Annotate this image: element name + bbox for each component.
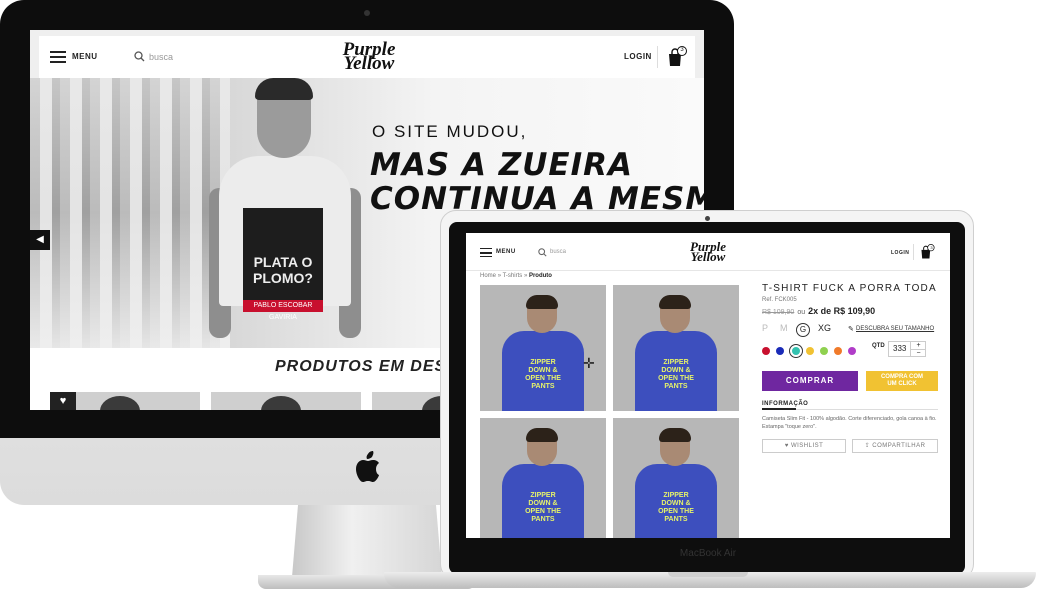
hamburger-icon[interactable]: [480, 248, 492, 257]
breadcrumb-home[interactable]: Home: [480, 273, 496, 279]
color-swatch-red[interactable]: [762, 347, 770, 355]
gallery-image[interactable]: ZIPPER DOWN & OPEN THE PANTS: [613, 418, 739, 538]
header-divider: [913, 244, 914, 260]
gallery-image[interactable]: ZIPPER DOWN & OPEN THE PANTS: [613, 285, 739, 411]
product-thumb[interactable]: [211, 392, 361, 410]
store-background: [30, 78, 230, 348]
brand-logo[interactable]: Purple Yellow: [329, 40, 409, 75]
product-gallery: ZIPPER DOWN & OPEN THE PANTS ZIPPER DOWN…: [480, 285, 740, 538]
carousel-prev-button[interactable]: ◀: [30, 230, 50, 250]
size-option-xg[interactable]: XG: [818, 323, 831, 333]
shirt-print-line1: PLATA O: [253, 254, 313, 270]
ruler-icon: ✎: [848, 326, 854, 333]
breadcrumb-category[interactable]: T-shirts: [503, 273, 523, 279]
menu-label[interactable]: MENU: [496, 249, 516, 255]
info-tab[interactable]: INFORMAÇÃO: [762, 401, 808, 407]
color-swatch-blue[interactable]: [776, 347, 784, 355]
cart-icon[interactable]: [667, 46, 689, 68]
search-input[interactable]: busca: [149, 52, 173, 62]
size-guide-link[interactable]: DESCUBRA SEU TAMANHO: [856, 326, 934, 332]
search-icon[interactable]: [538, 248, 547, 257]
info-description: Camiseta Slim Fit - 100% algodão. Corte …: [762, 416, 937, 430]
color-swatch-yellow[interactable]: [806, 347, 814, 355]
login-link[interactable]: LOGIN: [891, 250, 909, 256]
shirt-print-line2: PLOMO?: [253, 270, 313, 286]
gallery-image[interactable]: ZIPPER DOWN & OPEN THE PANTS: [480, 418, 606, 538]
header-divider: [657, 46, 658, 68]
crosshair-cursor-icon: ✛: [583, 355, 595, 371]
imac-stand: [292, 505, 442, 577]
hamburger-icon[interactable]: [50, 51, 66, 63]
logo-bottom: Yellow: [690, 249, 726, 265]
shirt-print: PLATA O PLOMO? PABLO ESCOBAR GAVIRIA: [243, 208, 323, 321]
hero-subtitle: O SITE MUDOU,: [372, 122, 528, 141]
login-link[interactable]: LOGIN: [624, 52, 652, 61]
one-click-buy-button[interactable]: COMPRA COM UM CLICK: [866, 371, 938, 391]
mockup-stage: MENU busca Purple Yellow LOGIN 3 PLATA O…: [0, 0, 1046, 609]
size-option-g-selected[interactable]: G: [796, 323, 810, 337]
size-selector: P M G XG ✎ DESCUBRA SEU TAMANHO: [762, 323, 938, 337]
breadcrumb: Home » T-shirts » Produto: [480, 273, 552, 279]
breadcrumb-sep: »: [497, 273, 502, 279]
laptop-screen: MENU busca Purple Yellow LOGIN 3 Home » …: [466, 233, 950, 538]
shirt-print: ZIPPER DOWN & OPEN THE PANTS: [658, 492, 694, 523]
color-swatch-orange[interactable]: [834, 347, 842, 355]
imac-camera: [364, 10, 370, 16]
breadcrumb-current: Produto: [528, 273, 552, 279]
color-swatch-purple[interactable]: [848, 347, 856, 355]
old-price: R$ 109,90: [762, 309, 795, 316]
breadcrumb-sep: »: [523, 273, 528, 279]
shirt-print: ZIPPER DOWN & OPEN THE PANTS: [525, 492, 561, 523]
search-icon[interactable]: [134, 51, 145, 62]
search-input[interactable]: busca: [550, 249, 566, 255]
installment-price: 2x de R$ 109,90: [808, 306, 876, 316]
desktop-header: MENU busca Purple Yellow LOGIN 3: [39, 36, 695, 78]
size-option-p[interactable]: P: [762, 323, 768, 333]
apple-logo-icon: [356, 451, 379, 482]
price-or: ou: [797, 309, 806, 316]
share-label: COMPARTILHAR: [872, 443, 926, 449]
color-swatch-green[interactable]: [820, 347, 828, 355]
shirt-print: ZIPPER DOWN & OPEN THE PANTS: [658, 359, 694, 390]
gallery-image[interactable]: ZIPPER DOWN & OPEN THE PANTS: [480, 285, 606, 411]
hero-headline-line1: MAS A ZUEIRA: [370, 147, 633, 183]
laptop-header: MENU busca Purple Yellow LOGIN 3: [466, 233, 950, 271]
product-title: T-SHIRT FUCK A PORRA TODA: [762, 283, 937, 294]
product-ref: Ref. FCK005: [762, 297, 797, 303]
brand-logo[interactable]: Purple Yellow: [678, 240, 738, 265]
wishlist-heart-icon[interactable]: ♥: [50, 392, 76, 410]
cart-count: 3: [680, 47, 684, 53]
buy-button[interactable]: COMPRAR: [762, 371, 858, 391]
product-price: R$ 109,90 ou 2x de R$ 109,90: [762, 306, 938, 316]
macbook-label: MacBook Air: [679, 548, 737, 559]
qtd-label: QTD: [872, 343, 885, 349]
color-selector: [762, 345, 862, 357]
macbook-camera: [705, 216, 710, 221]
menu-label[interactable]: MENU: [72, 52, 98, 61]
size-option-m[interactable]: M: [780, 323, 788, 333]
wishlist-button[interactable]: ♥ WISHLIST: [762, 439, 846, 453]
shirt-print: ZIPPER DOWN & OPEN THE PANTS: [525, 359, 561, 390]
hero-model: PLATA O PLOMO? PABLO ESCOBAR GAVIRIA: [209, 78, 361, 348]
info-divider: [762, 408, 938, 410]
cart-count: 3: [930, 245, 933, 250]
hero-headline: MAS A ZUEIRA CONTINUA A MESMA: [370, 148, 704, 216]
shirt-print-band: PABLO ESCOBAR GAVIRIA: [243, 300, 323, 321]
logo-bottom: Yellow: [343, 53, 395, 75]
color-swatch-teal-selected[interactable]: [790, 345, 802, 357]
product-info: T-SHIRT FUCK A PORRA TODA Ref. FCK005 R$…: [762, 283, 938, 453]
macbook-notch: [668, 572, 748, 577]
share-button[interactable]: ⇪ COMPARTILHAR: [852, 439, 938, 453]
wishlist-label: WISHLIST: [790, 443, 824, 449]
qty-decrease-button[interactable]: −: [910, 349, 926, 357]
